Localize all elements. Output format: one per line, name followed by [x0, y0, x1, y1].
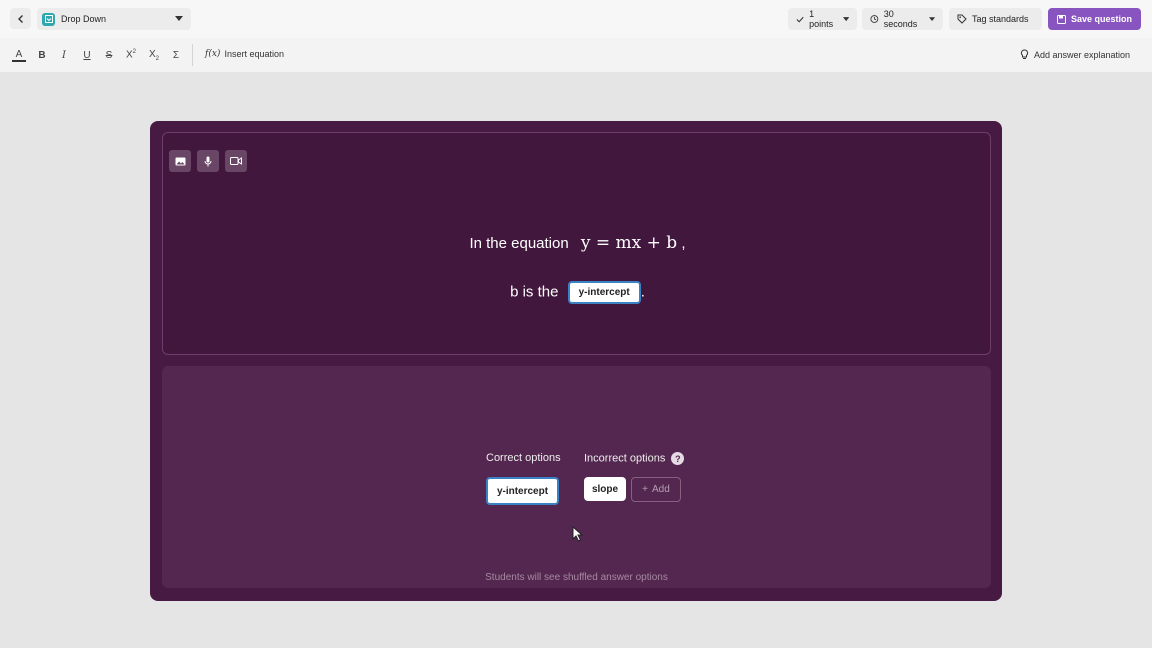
plus-icon: + — [642, 484, 649, 495]
superscript-button[interactable]: X2 — [124, 48, 138, 62]
symbol-button[interactable]: Σ — [169, 48, 183, 62]
text-color-icon: A — [15, 48, 23, 60]
add-option-button[interactable]: + Add — [631, 477, 681, 502]
save-question-button[interactable]: Save question — [1048, 8, 1141, 30]
question-editor[interactable]: In the equation y = mx + b , b is the y-… — [162, 132, 991, 355]
subscript-icon: X2 — [148, 48, 159, 62]
correct-options-heading: Correct options — [486, 452, 561, 464]
top-bar: Drop Down 1 points 30 seconds Tag standa… — [0, 0, 1152, 38]
help-icon[interactable]: ? — [671, 452, 685, 465]
underline-button[interactable]: U — [80, 48, 94, 62]
bold-icon: B — [38, 49, 46, 61]
time-label: 30 seconds — [883, 9, 918, 29]
equation[interactable]: y = mx + b — [581, 233, 677, 253]
question-punctuation: . — [640, 283, 645, 301]
text-color-button[interactable]: A — [12, 48, 26, 62]
back-button[interactable] — [10, 8, 31, 29]
check-icon — [796, 16, 804, 23]
points-select[interactable]: 1 points — [788, 8, 857, 30]
incorrect-options-label: Incorrect options — [584, 452, 666, 465]
correct-option-chip[interactable]: y-intercept — [486, 477, 559, 505]
tag-icon — [957, 14, 967, 24]
video-icon — [230, 157, 242, 165]
incorrect-option-chip[interactable]: slope — [584, 477, 626, 501]
chevron-left-icon — [17, 14, 23, 23]
save-icon — [1056, 14, 1066, 24]
points-label: 1 points — [809, 9, 834, 29]
options-panel: Correct options Incorrect options? y-int… — [162, 366, 991, 588]
mouse-cursor-icon — [572, 526, 584, 542]
question-type-label: Drop Down — [61, 14, 107, 24]
image-icon — [175, 157, 185, 165]
dropdown-blank[interactable]: y-intercept — [567, 281, 641, 304]
lightbulb-icon — [1020, 49, 1029, 59]
question-line-1: In the equation y = mx + b , — [163, 233, 992, 253]
bold-button[interactable]: B — [35, 48, 49, 62]
question-text: In the equation — [469, 235, 569, 252]
microphone-icon — [204, 156, 212, 166]
question-line-2: b is the y-intercept. — [163, 281, 992, 304]
question-punctuation: , — [681, 235, 686, 252]
strikethrough-icon: S — [105, 49, 113, 61]
shuffle-note: Students will see shuffled answer option… — [485, 572, 668, 583]
insert-equation-button[interactable]: f(x) Insert equation — [205, 49, 284, 59]
italic-icon: I — [62, 49, 66, 61]
italic-button[interactable]: I — [57, 48, 71, 62]
incorrect-options-heading: Incorrect options? — [584, 452, 685, 465]
answer-explanation-button[interactable]: Add answer explanation — [1020, 49, 1130, 60]
insert-equation-label: Insert equation — [224, 49, 284, 59]
clock-icon — [870, 15, 879, 23]
dropdown-type-icon — [42, 12, 55, 26]
caret-down-icon — [842, 16, 849, 21]
superscript-icon: X2 — [125, 49, 136, 61]
answer-explanation-label: Add answer explanation — [1034, 49, 1131, 60]
caret-down-icon — [175, 16, 183, 21]
tag-standards-label: Tag standards — [972, 14, 1029, 24]
format-toolbar: A B I U S X2 X2 Σ f(x) Insert equation A… — [0, 38, 1152, 72]
tag-standards-button[interactable]: Tag standards — [949, 8, 1042, 30]
caret-down-icon — [928, 16, 935, 21]
toolbar-divider — [192, 44, 193, 66]
subscript-button[interactable]: X2 — [147, 48, 161, 62]
insert-image-button[interactable] — [169, 150, 191, 172]
sigma-icon: Σ — [172, 49, 180, 61]
function-icon: f(x) — [205, 49, 221, 59]
strikethrough-button[interactable]: S — [102, 48, 116, 62]
insert-audio-button[interactable] — [197, 150, 219, 172]
time-select[interactable]: 30 seconds — [862, 8, 943, 30]
save-question-label: Save question — [1070, 14, 1133, 24]
question-type-select[interactable]: Drop Down — [37, 8, 191, 30]
add-option-label: Add — [652, 484, 670, 495]
question-text: b is the — [510, 283, 559, 301]
underline-icon: U — [83, 49, 91, 61]
insert-video-button[interactable] — [225, 150, 247, 172]
